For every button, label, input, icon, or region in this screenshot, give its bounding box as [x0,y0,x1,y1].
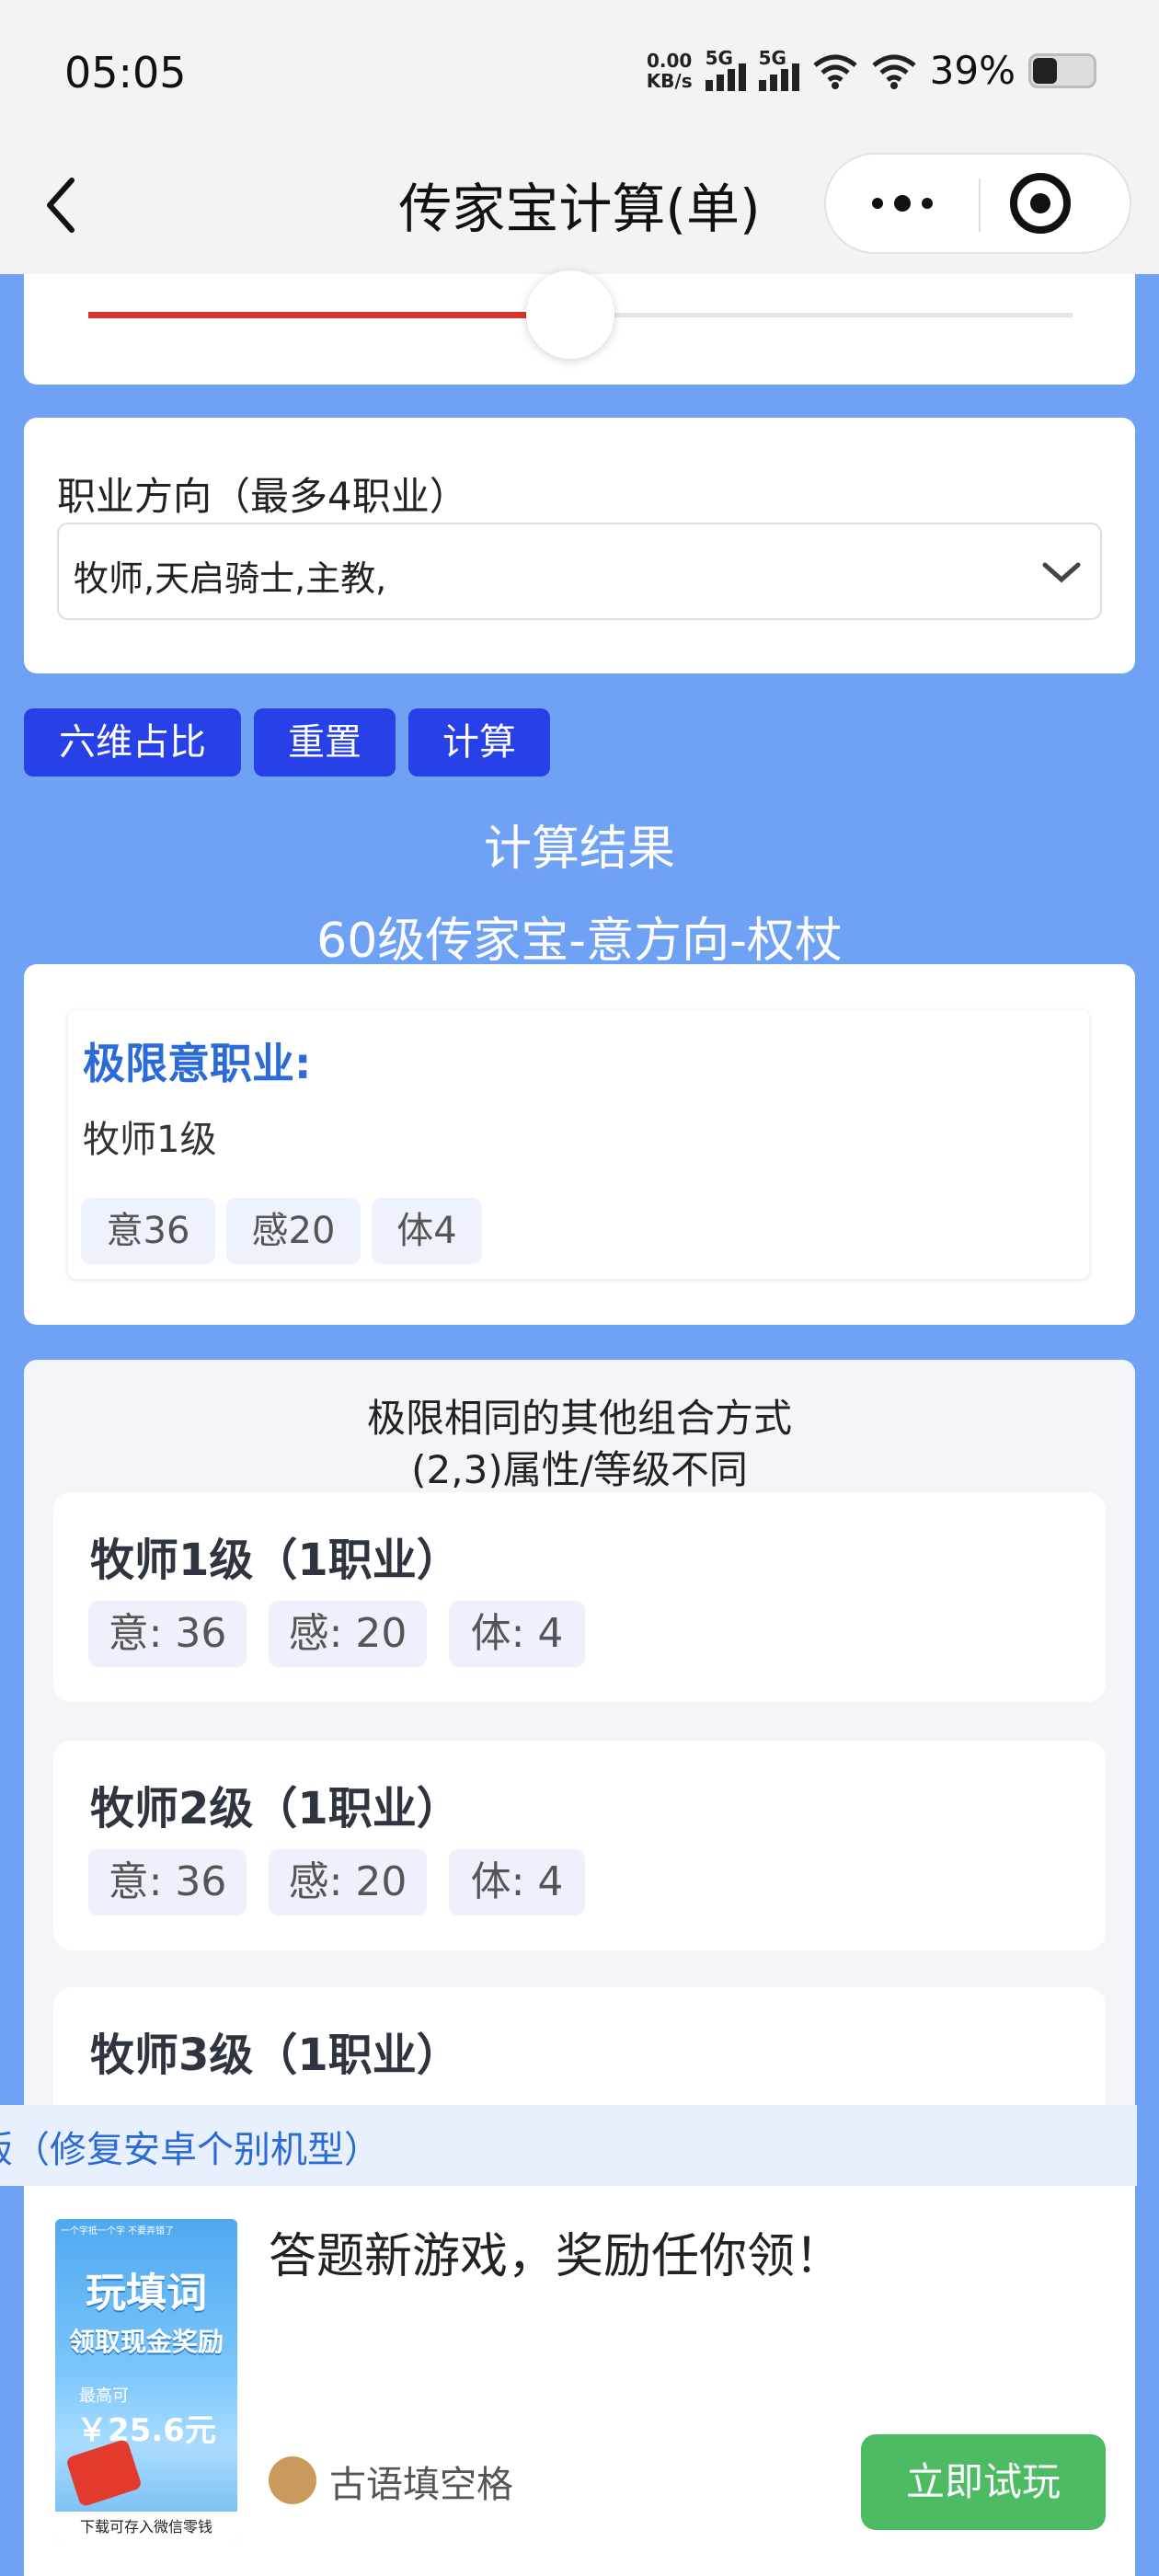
ad-title[interactable]: 答题新游戏，奖励任你领！ [269,2217,843,2286]
combination-stat-chip: 感: 20 [269,1601,427,1667]
ad-image[interactable]: 一个字抵一个字 不要弄错了 玩填词 领取现金奖励 最高可 ￥25.6元 下载可存… [55,2219,237,2543]
limit-stat-chip: 体4 [372,1198,482,1264]
result-subheading: 60级传家宝-意方向-权杖 [316,914,843,969]
combinations-subheading: (2,3)属性/等级不同 [411,1447,748,1492]
limit-title: 极限意职业: [83,1039,312,1088]
combination-stat-chip: 体: 4 [449,1849,585,1915]
combination-stat-chip: 意: 36 [88,1601,247,1667]
combination-item: 牧师1级（1职业） 意: 36 感: 20 体: 4 [53,1492,1106,1702]
chevron-down-icon [1042,562,1081,583]
sim2-label: 5G [758,46,786,69]
limit-job: 牧师1级 [83,1119,217,1161]
job-direction-label: 职业方向（最多4职业） [57,474,468,519]
reset-button[interactable]: 重置 [254,708,396,776]
ad-image-max-label: 最高可 [79,2386,129,2406]
signal-icon: 5G [758,47,799,91]
ad-source: 古语填空格 [329,2464,513,2506]
ad-image-footer: 下载可存入微信零钱 [55,2512,237,2543]
more-button[interactable] [826,155,979,252]
calculate-button[interactable]: 计算 [408,708,550,776]
battery-icon [1028,52,1096,88]
notice-text: 版（修复安卓个别机型） [0,2129,381,2171]
wifi-icon [872,54,916,89]
combinations-heading: 极限相同的其他组合方式 [366,1396,792,1441]
status-icons: 0.00 KB/s 5G 5G 39% [647,47,1096,93]
signal-icon: 5G [705,47,746,91]
dot-icon [872,198,883,209]
combination-item: 牧师2级（1职业） 意: 36 感: 20 体: 4 [53,1741,1106,1950]
try-now-button[interactable]: 立即试玩 [861,2434,1106,2530]
combination-stat-chip: 体: 4 [449,1601,585,1667]
ad-image-amount: ￥25.6元 [76,2412,216,2449]
sim1-label: 5G [705,46,733,69]
combination-stat-chip: 感: 20 [269,1849,427,1915]
wifi-icon [813,54,857,89]
slider-thumb[interactable] [526,270,615,359]
net-speed-unit: KB/s [646,69,693,92]
capsule-divider [979,178,981,232]
ratio-button[interactable]: 六维占比 [24,708,241,776]
ad-app-avatar [269,2456,316,2504]
battery-percent: 39% [929,48,1016,93]
limit-stat-chip: 意36 [81,1198,215,1264]
close-program-button[interactable] [1010,173,1071,234]
limit-stat-chip: 感20 [226,1198,361,1264]
combination-name: 牧师3级（1职业） [90,2030,461,2081]
result-heading: 计算结果 [483,822,675,877]
combination-name: 牧师2级（1职业） [90,1783,461,1834]
job-direction-value: 牧师,天启骑士,主教, [74,558,387,599]
ad-image-headline: 玩填词 [86,2270,207,2317]
job-direction-select[interactable]: 牧师,天启骑士,主教, [57,523,1102,620]
status-time: 05:05 [64,48,187,98]
net-speed-value: 0.00 [646,49,693,72]
dot-icon [894,195,911,212]
dot-icon [922,198,933,209]
combination-stat-chip: 意: 36 [88,1849,247,1915]
mini-program-capsule [824,153,1131,254]
net-speed: 0.00 KB/s [647,51,693,91]
ad-image-subline: 领取现金奖励 [68,2327,224,2357]
slider-fill [88,312,571,318]
ad-image-caption: 一个字抵一个字 不要弄错了 [61,2226,175,2237]
combination-name: 牧师1级（1职业） [90,1535,461,1586]
